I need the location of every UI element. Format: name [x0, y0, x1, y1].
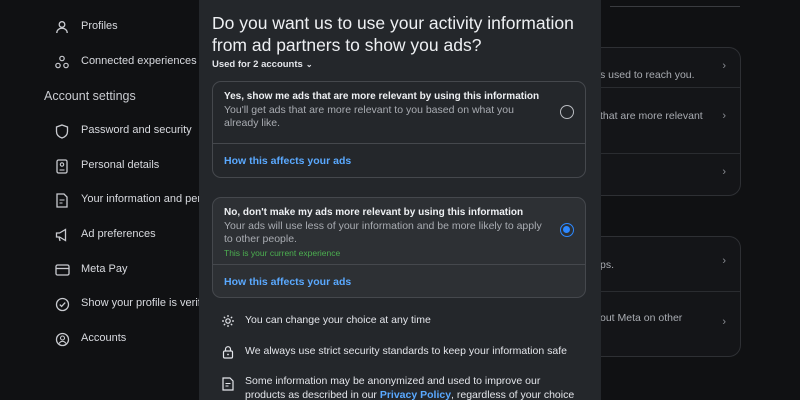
chevron-right-icon: ›: [722, 316, 726, 328]
sidebar-item-label: Show your profile is verif: [81, 297, 201, 309]
person-icon: [54, 19, 70, 35]
sidebar-item-label: Meta Pay: [81, 263, 128, 275]
sidebar-item-label: Your information and per: [81, 193, 202, 205]
option-title: Yes, show me ads that are more relevant …: [224, 91, 540, 102]
megaphone-icon: [54, 227, 70, 243]
settings-card-row[interactable]: ps. ›: [600, 237, 740, 292]
settings-card: s used to reach you. › that are more rel…: [600, 47, 741, 196]
chevron-right-icon: ›: [722, 255, 726, 267]
sidebar-item-label: Profiles: [81, 20, 118, 32]
sidebar-item-label: Personal details: [81, 159, 160, 171]
option-yes-radio[interactable]: [560, 105, 574, 119]
ad-partners-dialog: Do you want us to use your activity info…: [199, 0, 601, 400]
info-doc-icon: [54, 192, 70, 208]
settings-card-row[interactable]: that are more relevant ›: [600, 88, 740, 154]
option-description: Your ads will use less of your informati…: [224, 220, 542, 245]
document-icon: [221, 377, 235, 391]
account-circle-icon: [54, 331, 70, 347]
settings-sidebar: Profiles Connected experiences Account s…: [0, 0, 202, 400]
divider: [610, 6, 740, 7]
settings-card-row[interactable]: ›: [600, 154, 740, 195]
settings-card: ps. › out Meta on other ›: [600, 236, 741, 357]
sidebar-item-label: Accounts: [81, 332, 127, 344]
option-title: No, don't make my ads more relevant by u…: [224, 207, 524, 218]
sidebar-item-label: Ad preferences: [81, 228, 156, 240]
chevron-down-icon: ⌄: [305, 60, 313, 69]
chevron-right-icon: ›: [722, 166, 726, 178]
shield-icon: [54, 123, 70, 139]
settings-card-row[interactable]: s used to reach you. ›: [600, 48, 740, 88]
option-no[interactable]: No, don't make my ads more relevant by u…: [212, 197, 586, 298]
privacy-policy-link[interactable]: Privacy Policy: [380, 389, 451, 400]
dialog-title: Do you want us to use your activity info…: [212, 13, 574, 55]
gear-icon: [221, 314, 235, 328]
option-description: You'll get ads that are more relevant to…: [224, 104, 514, 129]
chevron-right-icon: ›: [722, 60, 726, 72]
used-for-accounts-dropdown[interactable]: Used for 2 accounts ⌄: [212, 59, 313, 70]
option-no-radio[interactable]: [560, 223, 574, 237]
how-this-affects-link[interactable]: How this affects your ads: [224, 276, 351, 288]
option-yes[interactable]: Yes, show me ads that are more relevant …: [212, 81, 586, 178]
lock-icon: [221, 345, 235, 359]
settings-content-background: s used to reach you. › that are more rel…: [600, 0, 800, 400]
settings-card-row[interactable]: out Meta on other ›: [600, 292, 740, 356]
sidebar-item-label: Connected experiences: [81, 55, 197, 67]
sidebar-item-label: Password and security: [81, 124, 192, 136]
verified-icon: [54, 296, 70, 312]
connected-icon: [54, 54, 70, 70]
id-card-icon: [54, 158, 70, 174]
card-icon: [54, 262, 70, 278]
current-experience-label: This is your current experience: [224, 248, 341, 258]
chevron-right-icon: ›: [722, 110, 726, 122]
account-settings-heading: Account settings: [44, 89, 136, 103]
how-this-affects-link[interactable]: How this affects your ads: [224, 155, 351, 167]
